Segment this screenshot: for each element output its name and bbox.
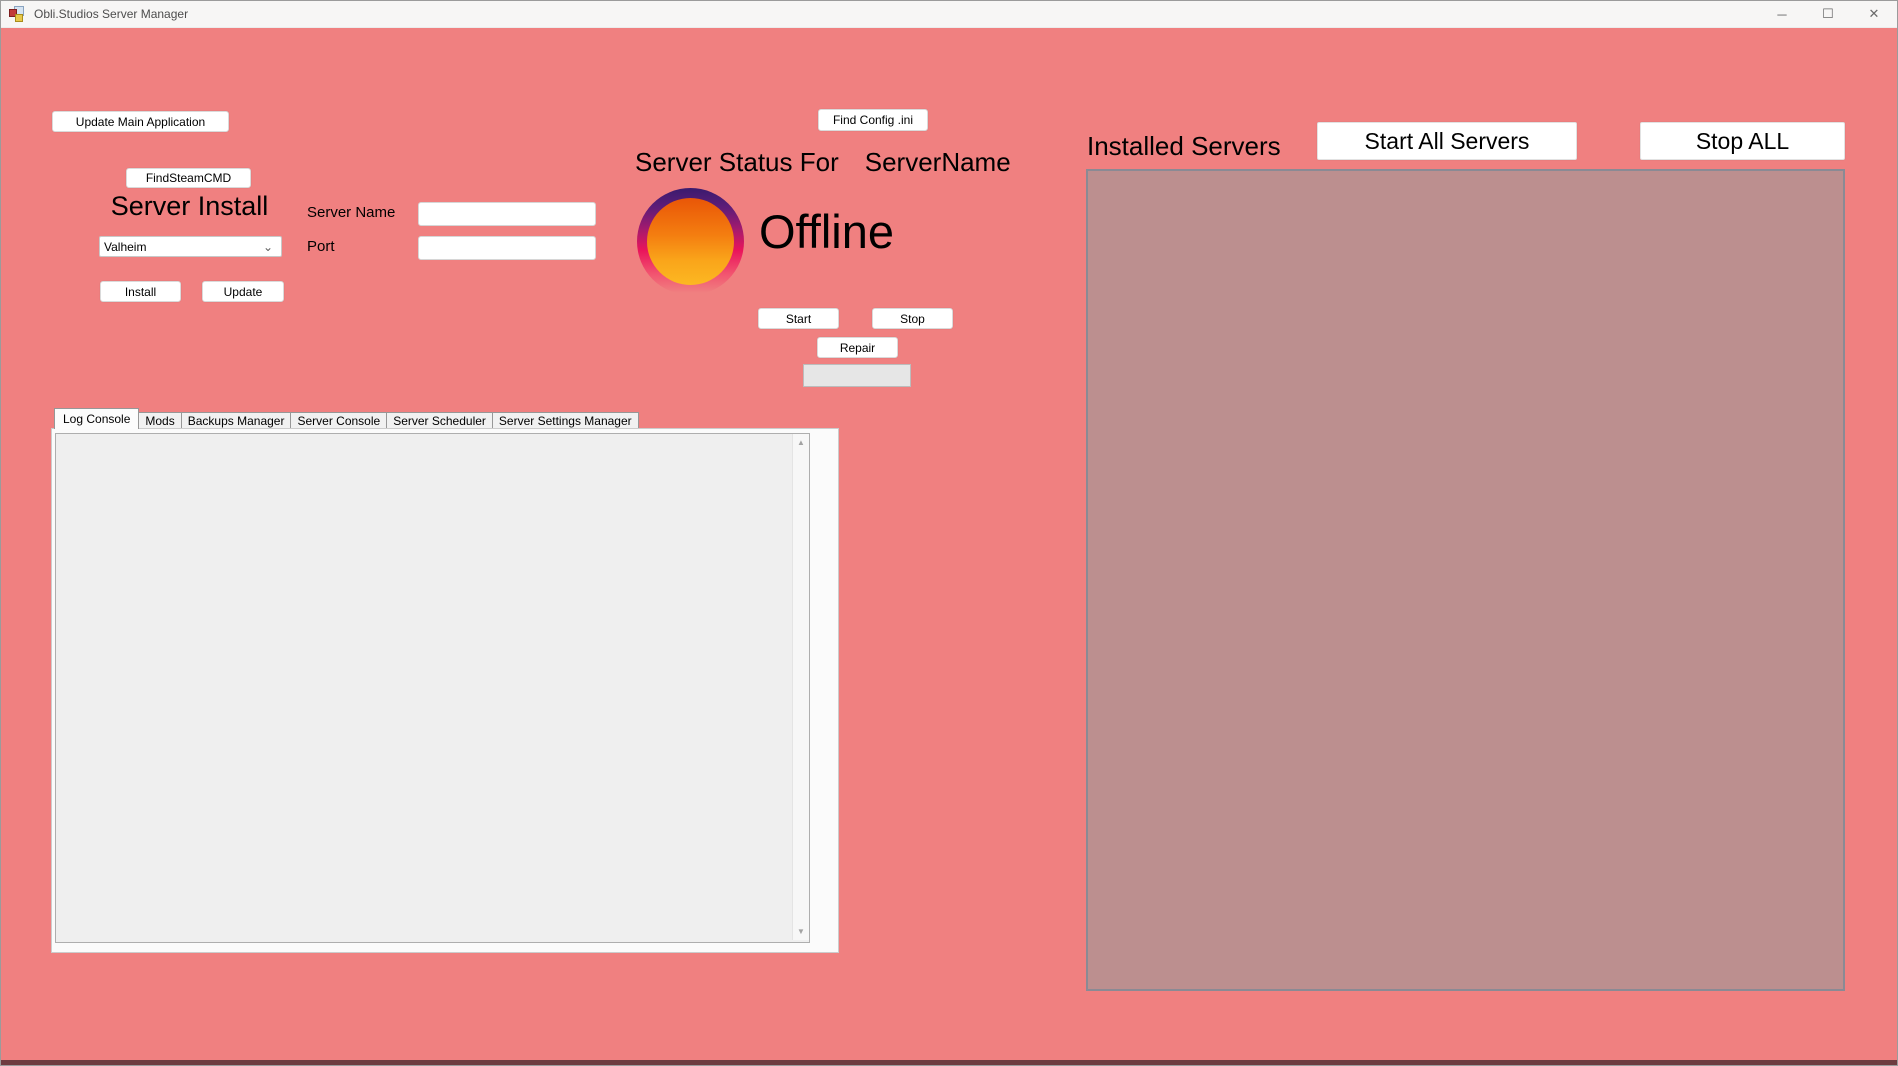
server-name-label: Server Name [307, 204, 395, 221]
close-button[interactable]: ✕ [1851, 1, 1897, 27]
server-status-name: ServerName [865, 147, 1011, 178]
status-indicator [637, 188, 744, 295]
tab-server-console[interactable]: Server Console [291, 412, 387, 429]
server-name-input[interactable] [418, 202, 596, 226]
tab-server-settings-manager[interactable]: Server Settings Manager [493, 412, 639, 429]
tab-strip: Log Console Mods Backups Manager Server … [54, 408, 639, 429]
log-scrollbar[interactable]: ▲ ▼ [792, 434, 809, 940]
server-install-title: Server Install [97, 191, 282, 222]
tab-log-console[interactable]: Log Console [54, 408, 139, 429]
progress-bar [803, 364, 911, 387]
window-bottom-edge [1, 1060, 1897, 1065]
maximize-button[interactable]: ☐ [1805, 1, 1851, 27]
status-text: Offline [759, 204, 894, 259]
tab-server-scheduler[interactable]: Server Scheduler [387, 412, 493, 429]
scroll-down-icon[interactable]: ▼ [793, 923, 809, 940]
start-all-servers-button[interactable]: Start All Servers [1317, 122, 1577, 160]
close-icon: ✕ [1869, 6, 1880, 22]
stop-all-button[interactable]: Stop ALL [1640, 122, 1845, 160]
installed-servers-list[interactable] [1086, 169, 1845, 991]
minimize-icon: ─ [1777, 7, 1786, 22]
tab-backups-manager[interactable]: Backups Manager [182, 412, 292, 429]
start-button[interactable]: Start [758, 308, 839, 329]
window-controls: ─ ☐ ✕ [1759, 1, 1897, 27]
window-title: Obli.Studios Server Manager [34, 7, 188, 21]
find-config-button[interactable]: Find Config .ini [818, 109, 928, 131]
chevron-down-icon: ⌄ [263, 243, 273, 251]
minimize-button[interactable]: ─ [1759, 1, 1805, 27]
update-main-application-button[interactable]: Update Main Application [52, 111, 229, 132]
tab-mods[interactable]: Mods [139, 412, 181, 429]
find-steamcmd-button[interactable]: FindSteamCMD [126, 168, 251, 188]
update-button[interactable]: Update [202, 281, 284, 302]
server-status-heading: Server Status For ServerName [635, 147, 1011, 178]
app-window: Obli.Studios Server Manager ─ ☐ ✕ Update… [0, 0, 1898, 1066]
scroll-up-icon[interactable]: ▲ [793, 434, 809, 451]
port-label: Port [307, 238, 335, 255]
app-icon [9, 6, 25, 22]
status-indicator-core [647, 198, 734, 285]
install-button[interactable]: Install [100, 281, 181, 302]
installed-servers-title: Installed Servers [1087, 131, 1281, 162]
tab-page-log-console: ▲ ▼ [51, 428, 839, 953]
game-select-value: Valheim [104, 240, 146, 254]
log-console-output[interactable] [55, 433, 810, 943]
server-status-title: Server Status For [635, 147, 839, 178]
title-bar: Obli.Studios Server Manager ─ ☐ ✕ [1, 1, 1897, 28]
port-input[interactable] [418, 236, 596, 260]
game-select[interactable]: Valheim ⌄ [99, 236, 282, 257]
repair-button[interactable]: Repair [817, 337, 898, 358]
stop-button[interactable]: Stop [872, 308, 953, 329]
maximize-icon: ☐ [1822, 6, 1834, 22]
